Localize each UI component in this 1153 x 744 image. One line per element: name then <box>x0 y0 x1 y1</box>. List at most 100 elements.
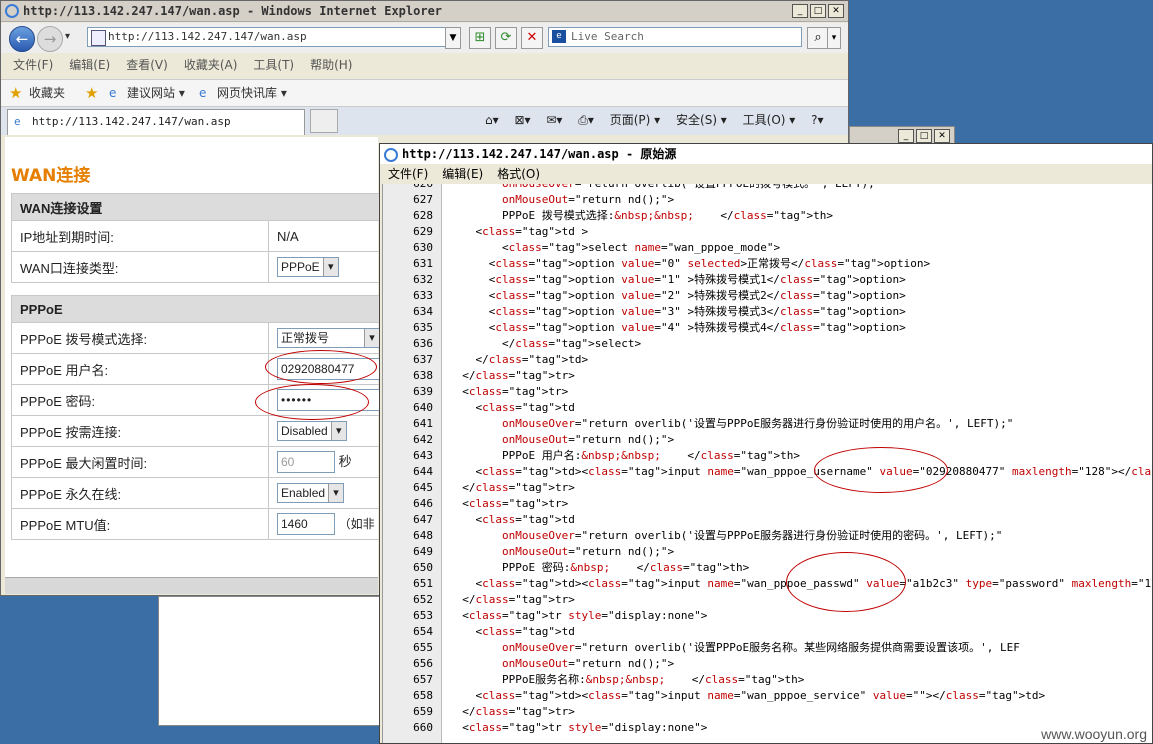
favorites-button[interactable]: 收藏夹 <box>29 80 65 106</box>
mail-icon[interactable]: ✉▾ <box>546 113 562 127</box>
address-bar[interactable]: http://113.142.247.147/wan.asp <box>87 27 461 47</box>
line-code: </class="tag">tr> <box>449 369 575 382</box>
line-code: <class="tag">tr style="display:none"> <box>449 721 708 734</box>
search-options-icon[interactable]: ▾ <box>827 27 841 49</box>
always-select[interactable]: Enabled <box>277 483 345 503</box>
ie-logo-icon <box>5 4 19 18</box>
address-text: http://113.142.247.147/wan.asp <box>108 30 307 43</box>
tab-wan[interactable]: e http://113.142.247.147/wan.asp <box>7 109 305 135</box>
window-controls: _ □ ✕ <box>792 4 844 18</box>
live-search-icon: e <box>552 30 566 43</box>
menu-help[interactable]: 帮助(H) <box>310 54 352 76</box>
bg-maximize-button[interactable]: □ <box>916 129 932 143</box>
search-icon[interactable]: ⌕ <box>807 27 829 49</box>
line-code: <class="tag">td><class="tag">input name=… <box>449 465 1152 478</box>
line-code: <class="tag">tr style="display:none"> <box>449 609 708 622</box>
home-icon[interactable]: ⌂▾ <box>485 113 499 127</box>
tools-menu[interactable]: 工具(O) ▾ <box>743 113 796 127</box>
mode-label: PPPoE 拨号模式选择: <box>11 322 269 354</box>
idle-input[interactable]: 60 <box>277 451 335 473</box>
page-menu[interactable]: 页面(P) ▾ <box>610 113 660 127</box>
compat-icon[interactable]: ⊞ <box>469 27 491 49</box>
stop-icon[interactable]: ✕ <box>521 27 543 49</box>
wan-settings-table: WAN连接设置 IP地址到期时间: N/A WAN口连接类型: PPPoE <box>11 193 391 283</box>
menu-tools[interactable]: 工具(T) <box>253 54 294 76</box>
tab-page-icon: e <box>14 115 21 128</box>
tab-title: http://113.142.247.147/wan.asp <box>32 115 231 128</box>
line-number: 637 <box>413 353 433 366</box>
search-input[interactable]: e Live Search <box>548 27 802 47</box>
help-icon[interactable]: ?▾ <box>811 113 823 127</box>
highlight-username-value <box>814 447 948 493</box>
line-number: 646 <box>413 497 433 510</box>
line-code: PPPoE 用户名:&nbsp;&nbsp; </class="tag">th> <box>449 449 800 462</box>
line-number: 638 <box>413 369 433 382</box>
source-title: http://113.142.247.147/wan.asp - 原始源 <box>380 144 1152 165</box>
always-label: PPPoE 永久在线: <box>11 477 269 509</box>
source-code-view[interactable]: 626 onMouseOver="return overlib('设置PPPoE… <box>382 184 1152 743</box>
favorites-bar: ★ 收藏夹 ★ e 建议网站 ▾ e 网页快讯库 ▾ <box>1 79 848 107</box>
line-number: 652 <box>413 593 433 606</box>
line-code: <class="tag">td <box>449 401 575 414</box>
line-code: <class="tag">td <box>449 513 575 526</box>
line-code: PPPoE服务名称:&nbsp;&nbsp; </class="tag">th> <box>449 673 805 686</box>
line-code: onMouseOut="return nd();"> <box>501 433 675 446</box>
menu-file[interactable]: 文件(F) <box>13 54 53 76</box>
print-icon[interactable]: ⎙▾ <box>578 113 594 127</box>
address-dropdown-icon[interactable]: ▼ <box>445 27 461 49</box>
back-icon[interactable]: ← <box>9 26 35 52</box>
fav-item-suggested[interactable]: 建议网站 ▾ <box>127 80 185 106</box>
menu-bar: 文件(F) 编辑(E) 查看(V) 收藏夹(A) 工具(T) 帮助(H) <box>1 54 848 76</box>
page-title: WAN连接 <box>11 166 91 186</box>
line-code: <class="tag">td <box>449 625 575 638</box>
line-number: 631 <box>413 257 433 270</box>
mode-select[interactable]: 正常拨号 <box>277 328 380 348</box>
line-number: 636 <box>413 337 433 350</box>
source-menu-bar: 文件(F) 编辑(E) 格式(O) <box>380 164 1152 184</box>
wan-type-select[interactable]: PPPoE <box>277 257 339 277</box>
line-code: <class="tag">option value="0" selected>正… <box>449 257 931 270</box>
fav-item-webslice[interactable]: 网页快讯库 ▾ <box>217 80 287 106</box>
mtu-input[interactable]: 1460 <box>277 513 335 535</box>
line-number: 642 <box>413 433 433 446</box>
history-dropdown-icon[interactable]: ▾ <box>65 31 70 42</box>
password-label: PPPoE 密码: <box>11 384 269 416</box>
username-label: PPPoE 用户名: <box>11 353 269 385</box>
line-code: <class="tag">tr> <box>449 497 569 510</box>
section-header: WAN连接设置 <box>11 193 391 221</box>
line-code: onMouseOver="return overlib('设置与PPPoE服务器… <box>501 417 1014 430</box>
feeds-icon[interactable]: ⊠▾ <box>514 113 530 127</box>
source-window: http://113.142.247.147/wan.asp - 原始源 文件(… <box>379 143 1153 744</box>
page-icon <box>91 30 106 46</box>
add-favorite-icon[interactable]: ★ <box>85 80 98 106</box>
line-code: </class="tag">tr> <box>449 705 575 718</box>
menu-favorites[interactable]: 收藏夹(A) <box>184 54 238 76</box>
menu-view[interactable]: 查看(V) <box>126 54 168 76</box>
navigation-bar: ← → ▾ http://113.142.247.147/wan.asp ▼ ⊞… <box>1 23 848 53</box>
line-number: 647 <box>413 513 433 526</box>
line-number: 653 <box>413 609 433 622</box>
maximize-button[interactable]: □ <box>810 4 826 18</box>
menu-edit[interactable]: 编辑(E) <box>69 54 110 76</box>
line-code: onMouseOver="return overlib('设置PPPoE的拨号模… <box>449 184 881 192</box>
source-menu-file[interactable]: 文件(F) <box>388 164 428 184</box>
ip-expire-value: N/A <box>268 220 391 252</box>
bg-minimize-button[interactable]: _ <box>898 129 914 143</box>
new-tab-button[interactable] <box>310 109 338 133</box>
source-menu-format[interactable]: 格式(O) <box>497 164 540 184</box>
line-number: 632 <box>413 273 433 286</box>
ondemand-select[interactable]: Disabled <box>277 421 347 441</box>
favorites-star-icon: ★ <box>9 84 23 102</box>
bg-close-button[interactable]: ✕ <box>934 129 950 143</box>
line-number: 654 <box>413 625 433 638</box>
ip-expire-label: IP地址到期时间: <box>11 220 269 252</box>
refresh-icon[interactable]: ⟳ <box>495 27 517 49</box>
forward-icon[interactable]: → <box>37 26 63 52</box>
line-number: 644 <box>413 465 433 478</box>
close-button[interactable]: ✕ <box>828 4 844 18</box>
safety-menu[interactable]: 安全(S) ▾ <box>676 113 727 127</box>
line-code: </class="tag">select> <box>449 337 642 350</box>
minimize-button[interactable]: _ <box>792 4 808 18</box>
source-menu-edit[interactable]: 编辑(E) <box>442 164 483 184</box>
line-number: 657 <box>413 673 433 686</box>
